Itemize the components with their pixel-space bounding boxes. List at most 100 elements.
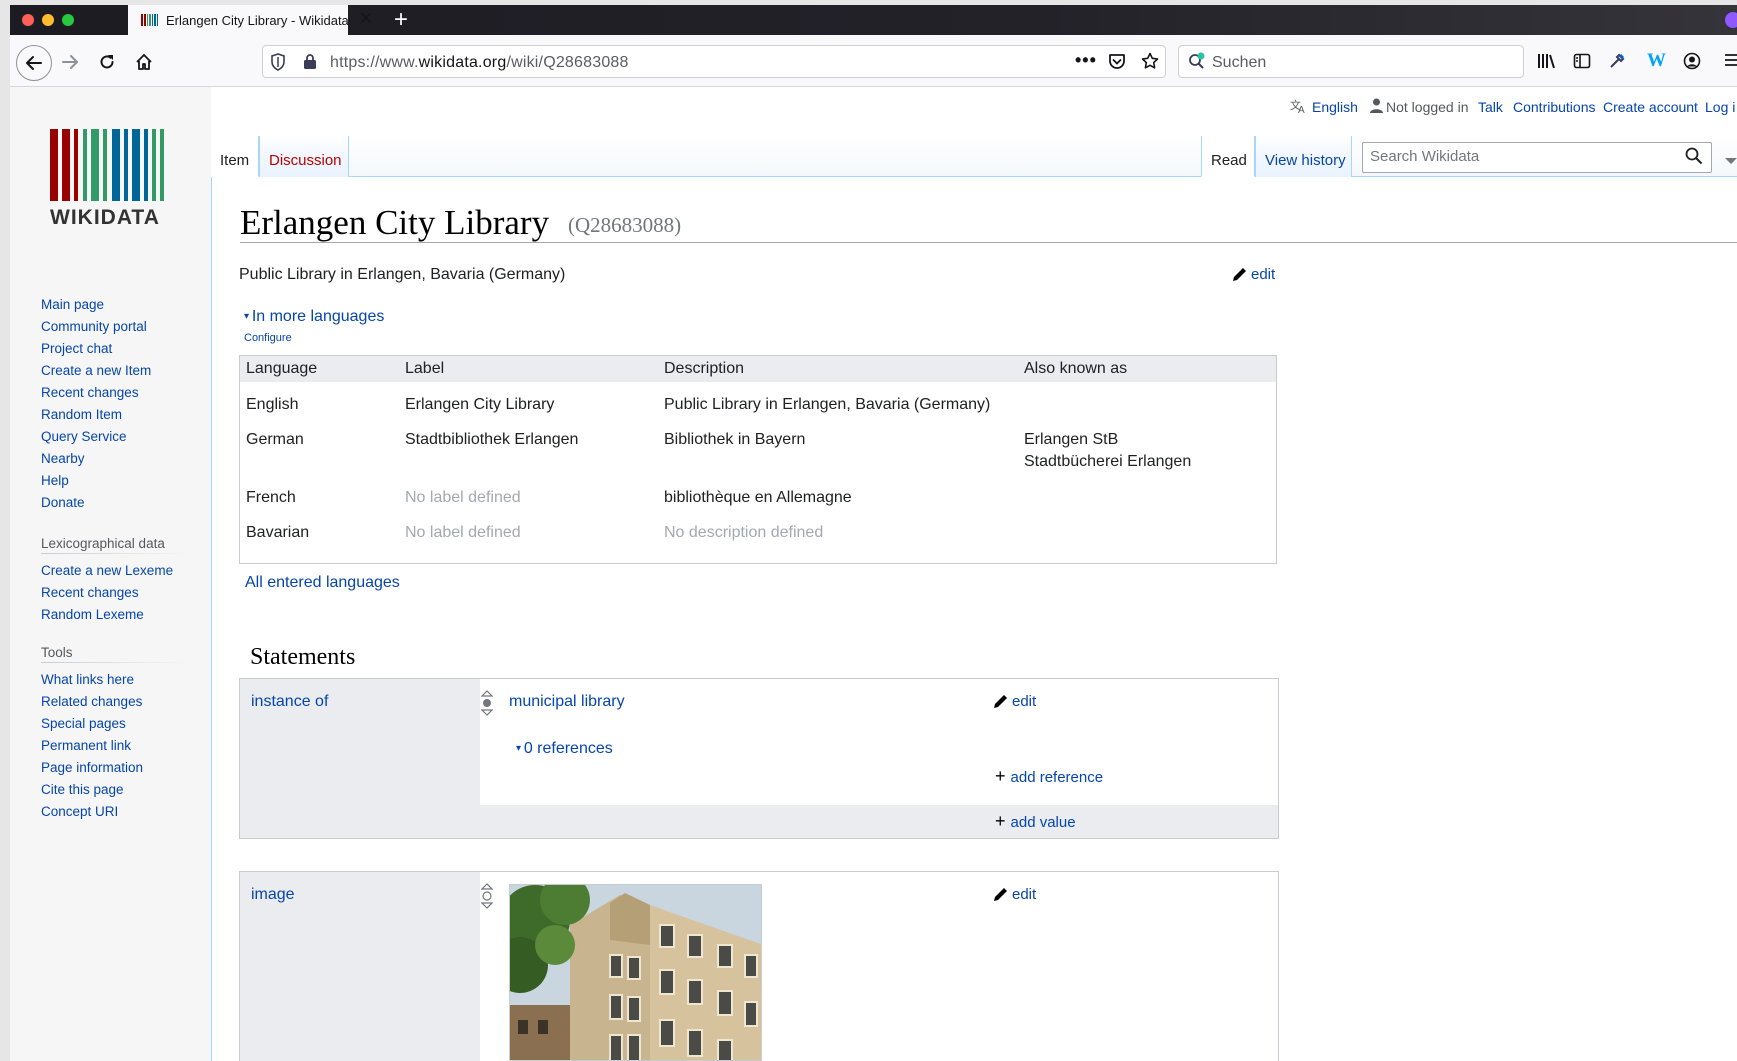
item-id: (Q28683088)	[568, 213, 682, 237]
column-header-label: Label	[405, 360, 445, 377]
sidebar-item-cite-this-page[interactable]: Cite this page	[41, 782, 124, 797]
sidebar-item-query-service[interactable]: Query Service	[41, 429, 127, 444]
sidebar-item-nearby[interactable]: Nearby	[41, 451, 85, 466]
wikidata-favicon-icon	[141, 14, 158, 26]
sidebar-item-main-page[interactable]: Main page	[41, 297, 104, 312]
eyedropper-icon[interactable]	[1608, 52, 1626, 75]
sidebar-item-related-changes[interactable]: Related changes	[41, 694, 142, 709]
personal-tools: English	[1312, 99, 1368, 115]
references-toggle[interactable]: ▾ 0 references	[516, 740, 613, 758]
extension-badge-icon[interactable]	[1725, 12, 1737, 28]
sidebar-item-lexeme-recent-changes[interactable]: Recent changes	[41, 585, 139, 600]
sidebar-item-random-lexeme[interactable]: Random Lexeme	[41, 607, 144, 622]
property-image-link[interactable]: image	[251, 886, 295, 904]
chevron-down-icon[interactable]	[1725, 153, 1737, 171]
edit-label: edit	[1012, 693, 1037, 710]
library-icon[interactable]	[1537, 52, 1557, 75]
sidebar-item-page-information[interactable]: Page information	[41, 760, 143, 775]
table-cell-description: bibliothèque en Allemagne	[664, 489, 852, 506]
sidebar-item-community-portal[interactable]: Community portal	[41, 319, 147, 334]
tab-item[interactable]: Item	[211, 136, 259, 177]
log-in-link[interactable]: Log i	[1705, 99, 1735, 115]
table-cell-language: Bavarian	[246, 524, 310, 541]
statements-heading: Statements	[250, 644, 356, 670]
column-header-description: Description	[664, 360, 745, 377]
pencil-icon	[994, 695, 1007, 708]
wikidata-logo[interactable]: WIKIDATA	[46, 129, 173, 229]
sidebar-item-recent-changes[interactable]: Recent changes	[41, 385, 139, 400]
sidebar-item-create-lexeme[interactable]: Create a new Lexeme	[41, 563, 173, 578]
language-selector-link[interactable]: English	[1312, 99, 1358, 115]
sidebar-item-what-links-here[interactable]: What links here	[41, 672, 134, 687]
maximize-window-button[interactable]	[62, 14, 74, 26]
url-path: /wiki/Q28683088	[506, 54, 629, 71]
edit-description-button[interactable]: edit	[1232, 266, 1275, 283]
configure-link[interactable]: Configure	[244, 332, 292, 344]
svg-text:A: A	[1298, 105, 1305, 114]
contributions-link[interactable]: Contributions	[1513, 99, 1596, 115]
table-cell-alias: Stadtbücherei Erlangen	[1024, 453, 1192, 470]
edit-label: edit	[1251, 266, 1276, 283]
plus-icon: +	[995, 811, 1011, 831]
rank-selector-icon[interactable]	[481, 883, 493, 909]
wikidata-wordmark: WIKIDATA	[50, 206, 160, 229]
pocket-icon[interactable]	[1108, 53, 1126, 70]
tab-close-icon[interactable]: ✕	[359, 9, 373, 29]
sidebar-divider	[41, 662, 187, 663]
menu-icon[interactable]	[1725, 52, 1737, 73]
sidebar-item-help[interactable]: Help	[41, 473, 69, 488]
lock-icon[interactable]	[303, 53, 317, 70]
wikidata-barcode-icon	[50, 129, 164, 201]
sidebar-item-permanent-link[interactable]: Permanent link	[41, 738, 131, 753]
property-instance-of-link[interactable]: instance of	[251, 693, 328, 711]
table-cell-language: German	[246, 431, 304, 448]
talk-link[interactable]: Talk	[1478, 99, 1503, 115]
all-entered-languages-link[interactable]: All entered languages	[245, 574, 400, 592]
minimize-window-button[interactable]	[42, 14, 54, 26]
table-cell-label: No label defined	[405, 524, 521, 541]
create-account-link[interactable]: Create account	[1603, 99, 1698, 115]
tab-read[interactable]: Read	[1201, 136, 1255, 177]
add-reference-button[interactable]: + add reference	[995, 766, 1103, 787]
sidebar-item-project-chat[interactable]: Project chat	[41, 341, 112, 356]
bookmark-star-icon[interactable]	[1141, 52, 1159, 70]
tracking-shield-icon[interactable]	[270, 53, 286, 71]
sidebar-item-special-pages[interactable]: Special pages	[41, 716, 126, 731]
value-municipal-library-link[interactable]: municipal library	[509, 693, 625, 711]
library-building-photo[interactable]	[509, 884, 762, 1061]
rank-selector-icon[interactable]	[481, 690, 493, 716]
table-cell-description: Public Library in Erlangen, Bavaria (Ger…	[664, 396, 991, 413]
add-value-label: add value	[1010, 814, 1076, 831]
column-header-also-known-as: Also known as	[1024, 360, 1128, 377]
tab-view-history[interactable]: View history	[1255, 136, 1352, 177]
search-icon[interactable]	[1685, 147, 1703, 170]
home-icon[interactable]	[130, 48, 158, 76]
page-title: Erlangen City Library	[240, 203, 550, 242]
add-value-button[interactable]: + add value	[995, 811, 1076, 832]
close-window-button[interactable]	[22, 14, 34, 26]
account-icon[interactable]	[1683, 52, 1701, 75]
sidebar-item-create-item[interactable]: Create a new Item	[41, 363, 151, 378]
browser-tab-title: Erlangen City Library - Wikidata	[166, 13, 349, 28]
sidebar-item-concept-uri[interactable]: Concept URI	[41, 804, 118, 819]
new-tab-icon[interactable]: +	[394, 6, 408, 34]
reload-icon[interactable]	[93, 48, 121, 76]
search-engine-icon[interactable]	[1188, 52, 1206, 70]
page-actions-icon[interactable]: •••	[1075, 50, 1097, 71]
add-reference-label: add reference	[1010, 769, 1104, 786]
wikipedia-extension-icon[interactable]: W	[1647, 50, 1666, 72]
tab-item-label: Item	[220, 152, 250, 169]
translate-icon: 文A	[1290, 98, 1308, 119]
in-more-languages-toggle[interactable]: ▾ In more languages	[244, 308, 384, 326]
browser-search-placeholder: Suchen	[1212, 54, 1267, 71]
back-arrow-icon[interactable]	[16, 45, 52, 81]
tab-discussion-label: Discussion	[269, 152, 342, 169]
forward-arrow-icon[interactable]	[56, 48, 84, 76]
url-domain: wikidata.org	[418, 54, 507, 71]
edit-image-statement-button[interactable]: edit	[993, 886, 1036, 903]
sidebar-item-random-item[interactable]: Random Item	[41, 407, 122, 422]
sidebar-toggle-icon[interactable]	[1573, 52, 1591, 75]
edit-statement-button[interactable]: edit	[993, 693, 1036, 710]
sidebar-item-donate[interactable]: Donate	[41, 495, 85, 510]
tab-discussion[interactable]: Discussion	[259, 136, 349, 177]
